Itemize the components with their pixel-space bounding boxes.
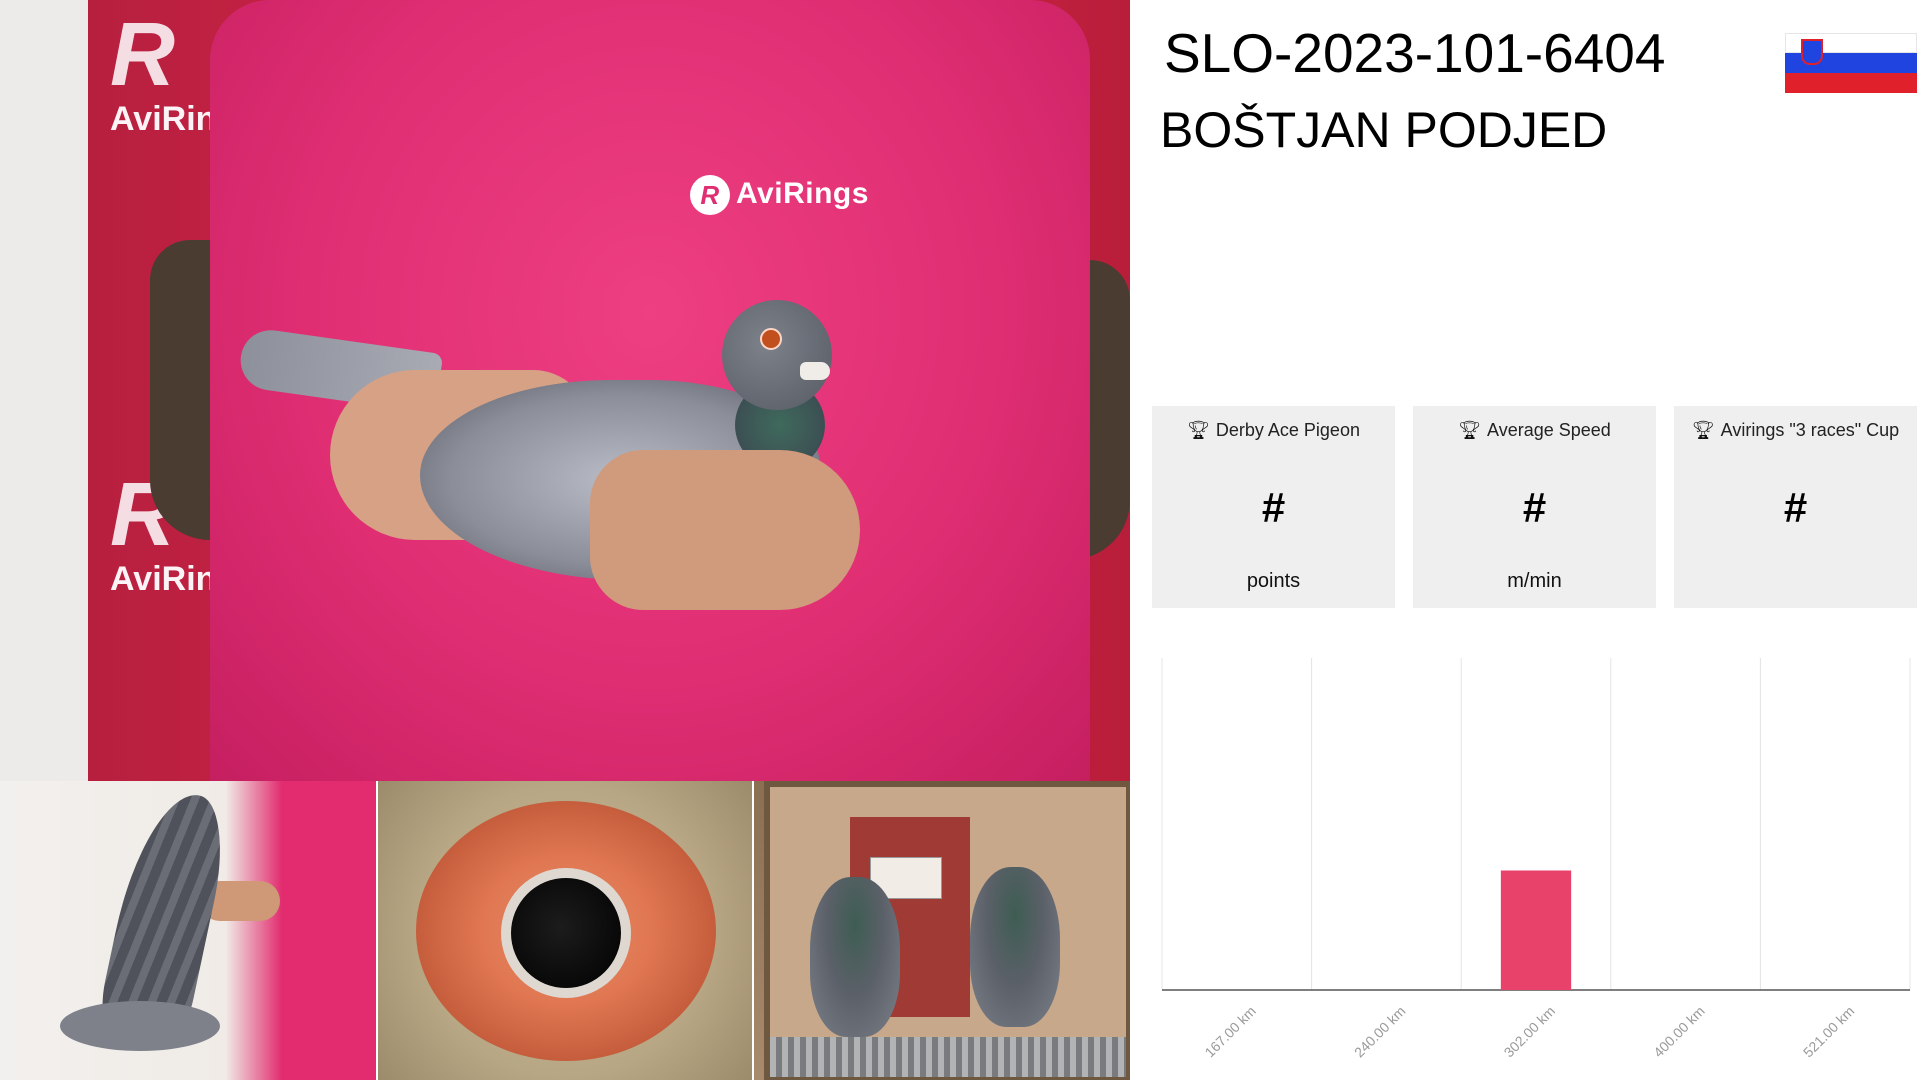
box-floor — [770, 1037, 1126, 1077]
stat-card-derby-ace: 🏆︎ Derby Ace Pigeon # points — [1152, 406, 1395, 608]
chart-svg: 167.00 km 240.00 km 302.00 km 400.00 km 521.… — [1161, 658, 1911, 1061]
eye-pupil — [511, 878, 621, 988]
stat-value: # — [1783, 484, 1808, 531]
trophy-icon: 🏆︎ — [1187, 420, 1210, 440]
stat-title: Avirings "3 races" Cup — [1720, 420, 1900, 440]
person-hand — [590, 450, 860, 610]
stat-title: Derby Ace Pigeon — [1215, 420, 1360, 440]
stat-unit: points — [1246, 570, 1301, 592]
x-tick-label: 167.00 km — [1201, 1003, 1259, 1061]
x-tick-label: 302.00 km — [1501, 1003, 1559, 1061]
trophy-icon: 🏆︎ — [1691, 420, 1715, 440]
eye-photo-thumbnail[interactable] — [378, 781, 752, 1080]
loft-photo-thumbnail[interactable] — [754, 781, 1130, 1080]
bar-302-00-km[interactable] — [1500, 870, 1572, 990]
pigeon — [810, 877, 900, 1037]
x-tick-label: 400.00 km — [1650, 1003, 1708, 1061]
stat-title: Average Speed — [1487, 420, 1611, 440]
pigeon-beak — [800, 362, 830, 380]
pigeon-head — [722, 300, 832, 410]
stat-card-average-speed: 🏆︎ Average Speed # m/min — [1413, 406, 1656, 608]
x-tick-label: 521.00 km — [1800, 1003, 1858, 1061]
pigeon-box — [764, 781, 1130, 1080]
ring-number: SLO-2023-101-6404 — [1164, 22, 1666, 84]
wing-photo-thumbnail[interactable] — [0, 781, 376, 1080]
stat-unit: m/min — [1507, 570, 1562, 592]
stat-card-3-races-cup: 🏆︎ Avirings "3 races" Cup # — [1674, 406, 1917, 608]
main-pigeon-photo[interactable]: RAviRings RAviRings RAviRings RAviRings — [0, 0, 1130, 781]
shirt-logo: R AviRings — [690, 175, 869, 215]
stat-value: # — [1261, 484, 1286, 531]
trophy-icon: 🏆︎ — [1458, 420, 1482, 440]
coat-of-arms-icon — [1801, 39, 1823, 65]
pigeon-eye — [760, 328, 782, 350]
stat-value: # — [1522, 484, 1547, 531]
owner-name: BOŠTJAN PODJED — [1160, 102, 1608, 158]
pigeon-body — [60, 1001, 220, 1051]
race-distance-chart: 167.00 km 240.00 km 302.00 km 400.00 km 521.… — [1150, 650, 1920, 1080]
pigeon — [970, 867, 1060, 1027]
pigeon-profile-page: RAviRings RAviRings RAviRings RAviRings — [0, 0, 1920, 1080]
x-tick-label: 240.00 km — [1351, 1003, 1409, 1061]
slovenia-flag-icon — [1785, 33, 1917, 93]
